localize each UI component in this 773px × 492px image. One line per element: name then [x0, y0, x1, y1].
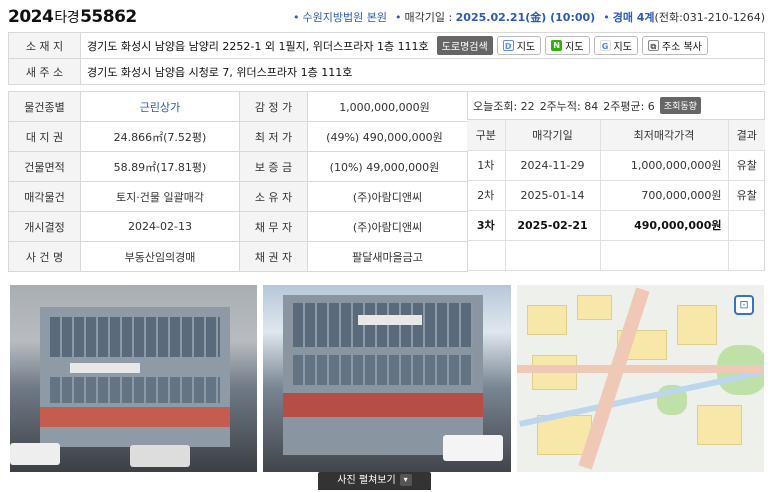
history-table: 구분 매각기일 최저매각가격 결과 1차 2024-11-29 1,000,00… [467, 120, 765, 271]
building-photo-2[interactable] [263, 285, 511, 472]
debtor: (주)아람디앤씨 [307, 211, 468, 242]
new-address-value: 경기도 화성시 남양읍 시청로 7, 위더스프라자 1층 111호 [80, 58, 765, 85]
court-info: • 수원지방법원 본원 [293, 11, 387, 24]
detail-label: 채 권 자 [239, 241, 308, 272]
detail-label: 최 저 가 [239, 121, 308, 152]
case-number: 2024타경55862 [8, 7, 137, 27]
car [130, 445, 190, 467]
history-row-empty [467, 240, 765, 271]
sale-date: 2025.02.21(金) (10:00) [455, 11, 596, 24]
detail-label: 보 증 금 [239, 151, 308, 182]
google-map-button[interactable]: G 지도 [593, 36, 638, 55]
photo-gallery: ⊡ [10, 285, 764, 472]
deposit: (10%) 49,000,000원 [307, 151, 468, 182]
detail-label: 물건종별 [8, 91, 81, 122]
address-table: 소 재 지 경기도 화성시 남양읍 남양리 2252-1 외 1필지, 위더스프… [8, 32, 765, 85]
copy-icon: ⧉ [647, 40, 659, 51]
division-info: • 경매 4계(전화:031-210-1264) [603, 11, 765, 24]
detail-label: 매각물건 [8, 181, 81, 212]
map-expand-icon[interactable]: ⊡ [733, 295, 754, 315]
appraisal-price: 1,000,000,000원 [307, 91, 468, 122]
case-kind: 타경 [54, 10, 80, 26]
sale-date-info: • 매각기일 : 2025.02.21(金) (10:00) [394, 11, 596, 24]
detail-label: 사 건 명 [8, 241, 81, 272]
case-name: 부동산임의경매 [80, 241, 240, 272]
detail-label: 개시결정 [8, 211, 81, 242]
detail-label: 감 정 가 [239, 91, 308, 122]
naver-icon: N [551, 40, 563, 51]
commencement-date: 2024-02-13 [80, 211, 240, 242]
google-icon: G [599, 40, 611, 51]
road-search-button[interactable]: 도로명검색 [436, 36, 493, 55]
detail-label: 대 지 권 [8, 121, 81, 152]
history-header: 결과 [728, 120, 765, 151]
view-trend-button[interactable]: 조회동향 [659, 97, 701, 114]
storefront-sign [40, 407, 230, 427]
window-band [293, 303, 474, 347]
property-type[interactable]: 근린상가 [80, 91, 240, 122]
address-label: 소 재 지 [8, 32, 81, 59]
owner: (주)아람디앤씨 [307, 181, 468, 212]
car [443, 435, 504, 461]
case-num: 55862 [80, 7, 137, 27]
land-right-area: 24.866㎡(7.52평) [80, 121, 240, 152]
daum-icon: D [502, 40, 514, 51]
creditor: 팔달새마을금고 [307, 241, 468, 272]
window-band [293, 355, 474, 385]
case-header: 2024타경55862 • 수원지방법원 본원 • 매각기일 : 2025.02.2… [8, 6, 765, 28]
address-value: 경기도 화성시 남양읍 남양리 2252-1 외 1필지, 위더스프라자 1층 … [87, 39, 429, 53]
history-header: 구분 [467, 120, 506, 151]
sale-items: 토지·건물 일괄매각 [80, 181, 240, 212]
building-sign [70, 363, 140, 373]
storefront-sign [283, 393, 484, 417]
history-header: 최저매각가격 [600, 120, 729, 151]
copy-address-button[interactable]: ⧉ 주소 복사 [641, 36, 708, 55]
views-today: 오늘조회: 22 [473, 99, 535, 113]
map-road [516, 365, 764, 373]
history-row: 2차 2025-01-14 700,000,000원 유찰 [467, 180, 765, 211]
court-name[interactable]: 수원지방법원 본원 [303, 11, 387, 24]
expand-photos-button[interactable]: 사진 펼쳐보기 ▾ [318, 472, 431, 490]
detail-label: 건물면적 [8, 151, 81, 182]
auction-history-panel: 오늘조회: 22 2주누적: 84 2주평균: 6 조회동향 구분 매각기일 최… [467, 91, 765, 271]
case-year: 2024 [8, 7, 54, 27]
view-stats: 오늘조회: 22 2주누적: 84 2주평균: 6 조회동향 [467, 92, 764, 120]
detail-table: 물건종별 근린상가 감 정 가 1,000,000,000원 대 지 권 24.… [8, 91, 468, 272]
detail-label: 채 무 자 [239, 211, 308, 242]
location-map[interactable]: ⊡ [516, 285, 764, 472]
phone: (전화:031-210-1264) [654, 11, 765, 24]
history-row: 1차 2024-11-29 1,000,000,000원 유찰 [467, 150, 765, 181]
building-area: 58.89㎡(17.81평) [80, 151, 240, 182]
history-row-current: 3차 2025-02-21 490,000,000원 [467, 210, 765, 241]
history-header: 매각기일 [505, 120, 601, 151]
naver-map-button[interactable]: N 지도 [545, 36, 590, 55]
new-address-label: 새 주 소 [8, 58, 81, 85]
building-photo-1[interactable] [10, 285, 258, 472]
window-band [50, 317, 220, 357]
car [10, 443, 60, 465]
daum-map-button[interactable]: D 지도 [496, 36, 542, 55]
views-two-week-avg: 2주평균: 6 [603, 99, 655, 113]
detail-label: 소 유 자 [239, 181, 308, 212]
building-sign [358, 315, 423, 325]
division: 경매 4계 [612, 11, 655, 24]
minimum-price: (49%) 490,000,000원 [307, 121, 468, 152]
views-two-week: 2주누적: 84 [539, 99, 599, 113]
detail-section: 물건종별 근린상가 감 정 가 1,000,000,000원 대 지 권 24.… [8, 91, 765, 272]
window-band [50, 377, 220, 403]
chevron-down-icon: ▾ [399, 474, 412, 486]
